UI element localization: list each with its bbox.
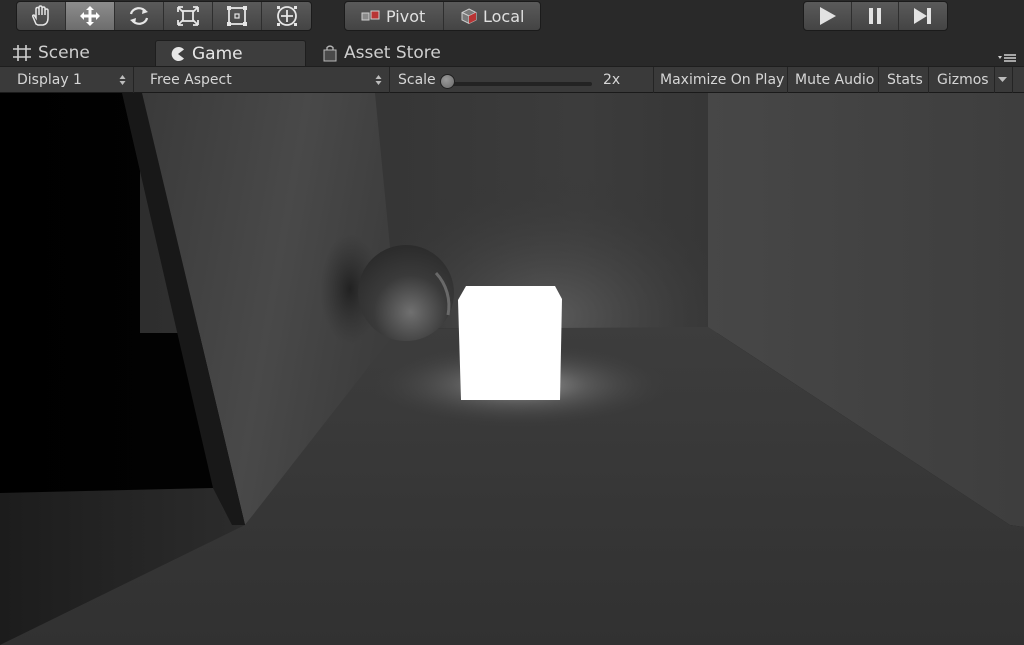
- step-forward-icon: [914, 8, 932, 24]
- display-dropdown[interactable]: Display 1: [0, 67, 134, 93]
- transform-tool-button[interactable]: [262, 2, 311, 30]
- main-toolbar: Pivot Local: [0, 0, 1024, 38]
- hand-icon: [31, 5, 49, 26]
- stats-label: Stats: [887, 72, 923, 88]
- scale-value: 2x: [603, 72, 621, 88]
- step-button[interactable]: [899, 2, 947, 30]
- display-label: Display 1: [17, 72, 82, 88]
- tab-game[interactable]: Game: [155, 40, 306, 66]
- rect-transform-icon: [227, 6, 247, 26]
- move-tool-button[interactable]: [66, 2, 115, 30]
- scale-slider-track[interactable]: [446, 82, 592, 86]
- aspect-label: Free Aspect: [150, 72, 232, 88]
- stats-toggle[interactable]: Stats: [879, 67, 929, 93]
- rotate-icon: [129, 7, 149, 25]
- maximize-on-play-toggle[interactable]: Maximize On Play: [654, 67, 788, 93]
- pivot-toggle-button[interactable]: Pivot: [345, 2, 444, 30]
- playback-group: [803, 1, 948, 31]
- maximize-label: Maximize On Play: [660, 72, 785, 88]
- tab-scene[interactable]: Scene: [0, 40, 150, 66]
- pivot-handle-group: Pivot Local: [344, 1, 541, 31]
- rotate-tool-button[interactable]: [115, 2, 164, 30]
- grid-icon: [13, 45, 31, 61]
- local-label: Local: [483, 6, 525, 26]
- rect-tool-button[interactable]: [213, 2, 262, 30]
- scale-label: Scale: [398, 72, 436, 88]
- aspect-dropdown[interactable]: Free Aspect: [142, 67, 390, 93]
- move-arrows-icon: [80, 6, 100, 26]
- pivot-label: Pivot: [386, 6, 426, 26]
- game-viewport[interactable]: [0, 93, 1024, 645]
- tab-asset-store[interactable]: Asset Store: [310, 40, 470, 66]
- gizmos-toggle[interactable]: Gizmos: [929, 67, 995, 93]
- pivot-icon: [361, 10, 380, 21]
- tab-asset-store-label: Asset Store: [344, 43, 441, 63]
- scale-icon: [177, 6, 199, 26]
- rendered-scene: [0, 93, 1024, 645]
- gizmos-menu-button[interactable]: [995, 67, 1013, 93]
- game-view-control-bar: Display 1 Free Aspect Scale 2x Maximize …: [0, 66, 1024, 93]
- universal-transform-icon: [276, 6, 297, 26]
- window-tab-bar: Scene Game Asset Store: [0, 38, 1024, 66]
- emissive-cube: [458, 286, 562, 400]
- updown-arrows-icon: [375, 75, 382, 85]
- pacman-icon: [171, 46, 184, 61]
- gizmos-label: Gizmos: [937, 72, 989, 88]
- local-toggle-button[interactable]: Local: [444, 2, 540, 30]
- hand-tool-button[interactable]: [17, 2, 66, 30]
- panel-options-icon[interactable]: [998, 53, 1016, 63]
- updown-arrows-icon: [119, 75, 126, 85]
- scale-control: Scale 2x: [390, 67, 654, 93]
- local-cube-icon: [461, 8, 477, 25]
- pause-button[interactable]: [852, 2, 900, 30]
- shopping-bag-icon: [323, 45, 337, 62]
- chevron-down-icon: [998, 77, 1007, 82]
- tab-game-label: Game: [192, 43, 243, 64]
- play-icon: [820, 7, 837, 25]
- scale-tool-button[interactable]: [164, 2, 213, 30]
- transform-tool-group: [16, 1, 312, 31]
- sphere-object: [358, 245, 454, 341]
- mute-label: Mute Audio: [795, 72, 875, 88]
- mute-audio-toggle[interactable]: Mute Audio: [788, 67, 879, 93]
- scale-slider-thumb[interactable]: [440, 74, 455, 89]
- pause-icon: [869, 8, 881, 24]
- tab-scene-label: Scene: [38, 43, 90, 63]
- play-button[interactable]: [804, 2, 852, 30]
